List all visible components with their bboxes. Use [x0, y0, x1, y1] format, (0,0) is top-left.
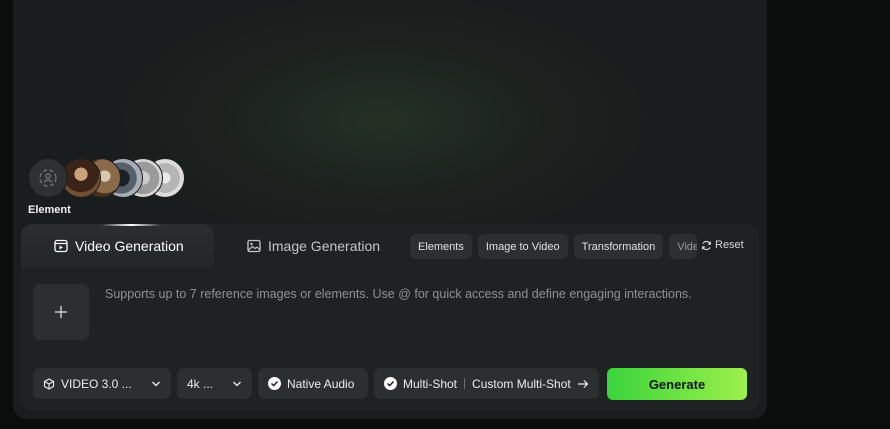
check-icon [268, 377, 281, 390]
arrow-right-icon [577, 379, 589, 388]
reset-button[interactable]: Reset [701, 239, 744, 251]
check-icon [384, 377, 397, 390]
resolution-label: 4k ... [187, 376, 214, 391]
prompt-input[interactable]: Supports up to 7 reference images or ele… [105, 286, 735, 302]
native-audio-label: Native Audio [287, 376, 355, 391]
reset-label: Reset [715, 239, 744, 251]
cube-icon [43, 377, 55, 390]
element-section: Element [28, 158, 185, 216]
generate-button[interactable]: Generate [607, 368, 747, 400]
generation-toolbar: VIDEO 3.0 ... 4k ... Native Audio Multi-… [33, 368, 599, 399]
multi-shot-label: Multi-Shot [403, 376, 458, 391]
chip-transformation[interactable]: Transformation [573, 234, 664, 259]
resolution-select[interactable]: 4k ... [177, 368, 252, 399]
add-element-icon [39, 169, 57, 187]
tab-label: Video Generation [75, 238, 184, 254]
tab-video-generation[interactable]: Video Generation [21, 224, 214, 268]
tab-bar: Video Generation Image Generation Elemen… [21, 224, 759, 268]
plus-icon [55, 306, 67, 318]
mode-chips: Elements Image to Video Transformation V… [410, 234, 698, 259]
chip-image-to-video[interactable]: Image to Video [477, 234, 568, 259]
model-select[interactable]: VIDEO 3.0 ... [33, 368, 171, 399]
chip-elements[interactable]: Elements [410, 234, 472, 259]
multi-shot-toggle[interactable]: Multi-Shot Custom Multi-Shot [374, 368, 599, 399]
chevron-down-icon [152, 381, 160, 386]
model-label: VIDEO 3.0 ... [61, 376, 132, 391]
video-icon [54, 239, 68, 253]
divider [464, 378, 466, 389]
main-panel: Element Video Generation Image Generatio… [13, 0, 767, 419]
tab-label: Image Generation [268, 238, 381, 254]
element-label: Element [28, 204, 71, 216]
composer: Video Generation Image Generation Elemen… [21, 224, 759, 411]
upload-reference-button[interactable] [33, 284, 89, 340]
refresh-icon [701, 240, 712, 250]
tab-image-generation[interactable]: Image Generation [247, 224, 380, 268]
chip-video[interactable]: Video [669, 234, 698, 259]
custom-multi-shot-label[interactable]: Custom Multi-Shot [472, 377, 571, 391]
image-icon [247, 239, 261, 253]
add-element-button[interactable] [28, 158, 68, 198]
chevron-down-icon [233, 381, 241, 386]
native-audio-toggle[interactable]: Native Audio [258, 368, 368, 399]
element-avatar-stack [28, 158, 185, 198]
